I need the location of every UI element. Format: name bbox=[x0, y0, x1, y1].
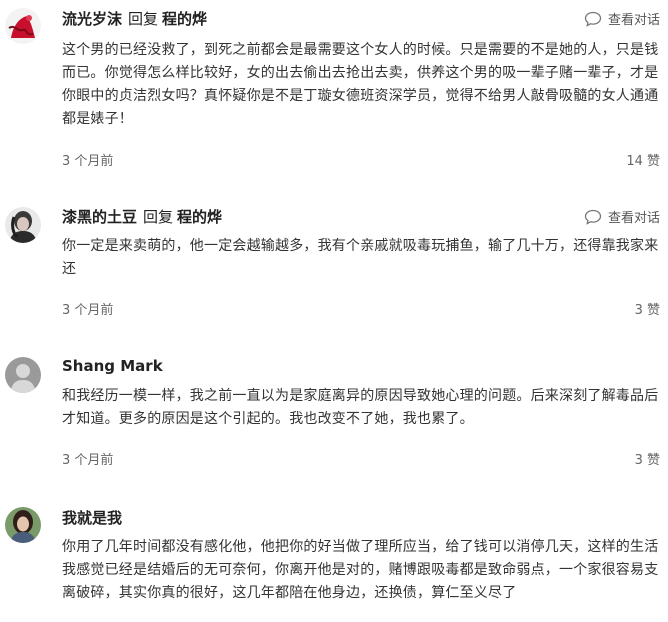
username[interactable]: Shang Mark bbox=[62, 357, 163, 375]
comment-header: 流光岁沫 回复 程的烨 bbox=[62, 8, 207, 28]
username[interactable]: 漆黑的土豆 bbox=[62, 206, 137, 227]
like-button[interactable]: 3 赞 bbox=[635, 449, 660, 468]
reply-target-username[interactable]: 程的烨 bbox=[177, 206, 222, 227]
reply-target-username[interactable]: 程的烨 bbox=[162, 8, 207, 29]
reply-label: 回复 bbox=[128, 9, 159, 28]
avatar-image bbox=[5, 207, 41, 243]
comment-item: 流光岁沫 回复 程的烨 查看对话 这个男的已经没救了，到死之前都会是最需要这个女… bbox=[0, 8, 668, 173]
avatar[interactable] bbox=[5, 507, 41, 543]
avatar-image bbox=[5, 507, 41, 543]
comment-header: Shang Mark bbox=[62, 356, 163, 376]
comment-text: 和我经历一模一样，我之前一直以为是家庭离异的原因导致她心理的问题。后来深刻了解毒… bbox=[62, 388, 659, 427]
comment-text: 你用了几年时间都没有感化他，他把你的好当做了理所应当，给了钱可以消停几天，这样的… bbox=[62, 539, 659, 601]
comment-item: 我就是我 你用了几年时间都没有感化他，他把你的好当做了理所应当，给了钱可以消停几… bbox=[0, 507, 668, 622]
comment-text: 你一定是来卖萌的，他一定会越输越多，我有个亲戚就吸毒玩捕鱼，输了几十万，还得靠我… bbox=[62, 238, 659, 277]
view-dialog-label: 查看对话 bbox=[607, 13, 660, 28]
view-dialog-label: 查看对话 bbox=[607, 211, 660, 226]
avatar-image bbox=[5, 357, 41, 393]
avatar[interactable] bbox=[5, 207, 41, 243]
comment-text: 这个男的已经没救了，到死之前都会是最需要这个女人的时候。只是需要的不是她的人，只… bbox=[62, 42, 659, 127]
comment-time: 3 个月前 bbox=[62, 303, 114, 318]
username[interactable]: 我就是我 bbox=[62, 507, 122, 528]
speech-bubble-icon bbox=[584, 11, 602, 27]
speech-bubble-icon bbox=[584, 209, 602, 225]
reply-label: 回复 bbox=[143, 207, 174, 226]
comment-header: 我就是我 bbox=[62, 507, 122, 527]
avatar[interactable] bbox=[5, 357, 41, 393]
like-button[interactable]: 3 赞 bbox=[635, 299, 660, 318]
comment-item: Shang Mark 和我经历一模一样，我之前一直以为是家庭离异的原因导致她心理… bbox=[0, 356, 668, 471]
view-dialog-button[interactable]: 查看对话 bbox=[584, 9, 660, 28]
view-dialog-button[interactable]: 查看对话 bbox=[584, 207, 660, 226]
username[interactable]: 流光岁沫 bbox=[62, 8, 122, 29]
comment-time: 3 个月前 bbox=[62, 154, 114, 169]
like-button[interactable]: 14 赞 bbox=[626, 150, 660, 169]
comment-header: 漆黑的土豆 回复 程的烨 bbox=[62, 206, 222, 226]
avatar[interactable] bbox=[5, 8, 41, 44]
avatar-image bbox=[5, 8, 41, 44]
comment-item: 漆黑的土豆 回复 程的烨 查看对话 你一定是来卖萌的，他一定会越输越多，我有个亲… bbox=[0, 206, 668, 321]
comment-time: 3 个月前 bbox=[62, 453, 114, 468]
